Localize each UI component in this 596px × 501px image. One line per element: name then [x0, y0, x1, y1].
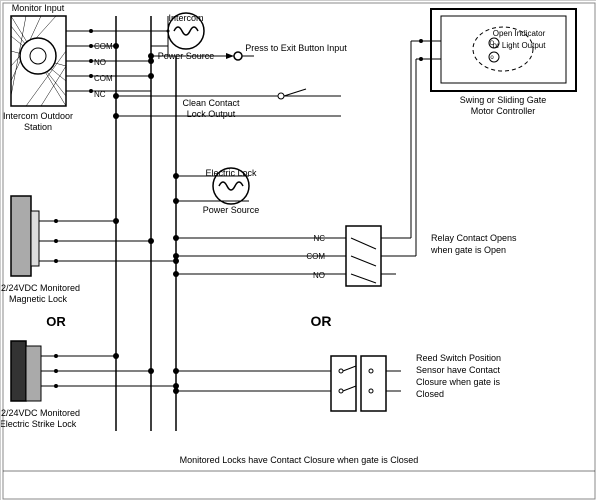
svg-text:Clean Contact: Clean Contact — [182, 98, 240, 108]
svg-text:OR: OR — [46, 314, 66, 329]
svg-text:Reed Switch Position: Reed Switch Position — [416, 353, 501, 363]
svg-text:12/24VDC Monitored: 12/24VDC Monitored — [1, 283, 80, 293]
svg-text:Relay Contact Opens: Relay Contact Opens — [431, 233, 517, 243]
svg-text:NO: NO — [313, 271, 325, 280]
wiring-diagram: Monitor Input Intercom Outdoor Station C… — [0, 0, 596, 500]
svg-text:Motor Controller: Motor Controller — [471, 106, 536, 116]
svg-text:Lock Output: Lock Output — [187, 109, 236, 119]
svg-text:COM: COM — [94, 74, 113, 83]
svg-text:Monitor Input: Monitor Input — [12, 3, 65, 13]
svg-text:or Light Output: or Light Output — [493, 41, 547, 50]
svg-text:Intercom: Intercom — [168, 13, 203, 23]
svg-text:Power Source: Power Source — [203, 205, 260, 215]
svg-text:Press to Exit Button Input: Press to Exit Button Input — [245, 43, 347, 53]
svg-text:Intercom Outdoor: Intercom Outdoor — [3, 111, 73, 121]
svg-text:Station: Station — [24, 122, 52, 132]
svg-text:Monitored Locks have Contact C: Monitored Locks have Contact Closure whe… — [180, 455, 419, 465]
svg-text:12/24VDC Monitored: 12/24VDC Monitored — [1, 408, 80, 418]
svg-text:Open Indicator: Open Indicator — [493, 29, 546, 38]
svg-text:NO: NO — [94, 58, 106, 67]
svg-text:Magnetic Lock: Magnetic Lock — [9, 294, 68, 304]
svg-text:Closed: Closed — [416, 389, 444, 399]
svg-text:Sensor have Contact: Sensor have Contact — [416, 365, 501, 375]
svg-text:when gate is Open: when gate is Open — [430, 245, 506, 255]
svg-text:OR: OR — [311, 313, 332, 329]
svg-text:Swing or Sliding Gate: Swing or Sliding Gate — [460, 95, 547, 105]
svg-text:Electric Strike Lock: Electric Strike Lock — [1, 419, 77, 429]
svg-text:Closure when gate is: Closure when gate is — [416, 377, 501, 387]
